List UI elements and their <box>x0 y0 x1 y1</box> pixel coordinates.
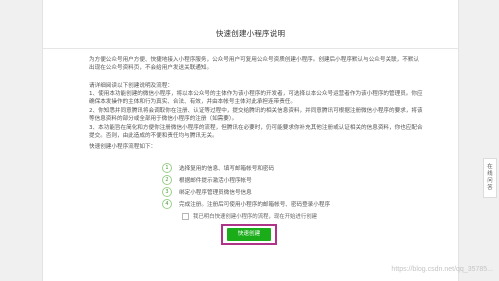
notes-text: 1、使用本功能创建的微信小程序，将以本公众号的主体作为该小程序的开发者，可选择以… <box>89 91 423 140</box>
step-text: 选择复用的信息、填写邮箱帐号和密码 <box>179 166 275 172</box>
agree-checkbox[interactable] <box>182 212 189 220</box>
step-number-icon: 4 <box>162 199 172 209</box>
step-item: 3 绑定小程序管理员微信号信息 <box>162 186 252 198</box>
steps-label: 快速创建小程序流程如下： <box>89 144 157 150</box>
agree-row: 我已明白快速创建小程序的流程，现在开始进行创建 <box>182 212 317 220</box>
online-qa-widget[interactable]: 在线问答 <box>483 158 497 198</box>
quick-create-button[interactable]: 快速创建 <box>227 228 271 241</box>
step-item: 2 根据邮件提示激活小程序帐号 <box>162 174 252 186</box>
step-number-icon: 3 <box>162 187 172 197</box>
step-text: 绑定小程序管理员微信号信息 <box>179 190 252 196</box>
intro-text: 为方便公众号用户方便、快捷地接入小程序服务，公众号用户可复用公众号资质创建小程序… <box>89 57 420 72</box>
step-text: 根据邮件提示激活小程序帐号 <box>179 178 252 184</box>
step-number-icon: 2 <box>162 175 172 185</box>
watermark-text: https://blog.csdn.net/qq_35785... <box>391 266 493 273</box>
page-title: 快速创建小程序说明 <box>215 29 286 38</box>
online-qa-label[interactable]: 在线问答 <box>487 164 494 192</box>
step-item: 1 选择复用的信息、填写邮箱帐号和密码 <box>162 162 274 174</box>
agree-label[interactable]: 我已明白快速创建小程序的流程，现在开始进行创建 <box>193 212 317 220</box>
step-number-icon: 1 <box>162 163 172 173</box>
step-item: 4 完成注册。注册后可使用小程序的邮箱帐号、密码登录小程序 <box>162 198 330 210</box>
step-text: 完成注册。注册后可使用小程序的邮箱帐号、密码登录小程序 <box>179 202 331 208</box>
title-divider <box>43 48 458 49</box>
